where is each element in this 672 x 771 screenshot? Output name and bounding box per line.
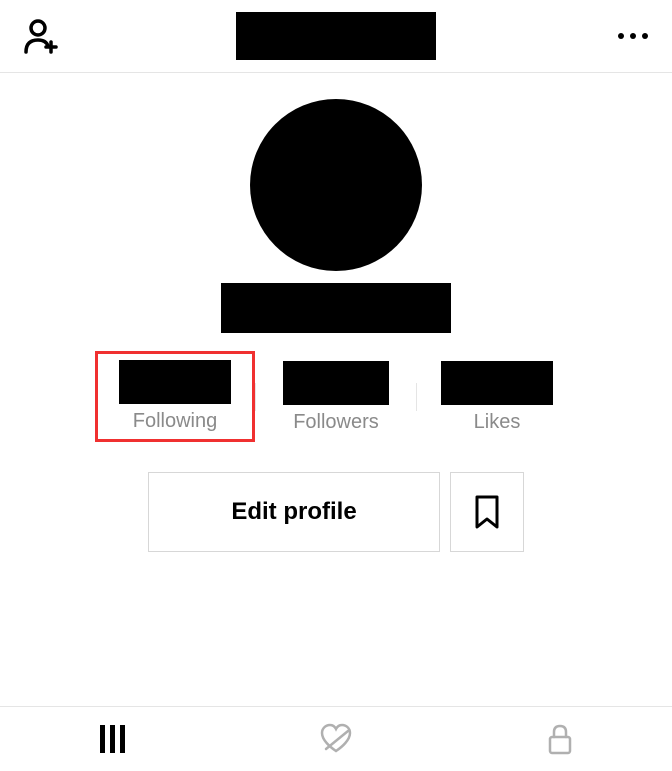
top-right <box>598 33 648 39</box>
username-title[interactable] <box>236 12 436 60</box>
user-handle <box>221 283 451 333</box>
likes-stat[interactable]: Likes <box>417 353 577 442</box>
bookmark-icon <box>473 494 501 530</box>
add-friend-icon[interactable] <box>24 18 58 54</box>
top-center <box>74 12 598 60</box>
followers-count <box>283 361 389 405</box>
action-row: Edit profile <box>148 472 524 552</box>
followers-label: Followers <box>293 411 379 434</box>
bottom-tabs <box>0 706 672 771</box>
top-left <box>24 18 74 54</box>
top-bar <box>0 0 672 73</box>
following-label: Following <box>133 410 217 433</box>
following-stat[interactable]: Following <box>95 351 255 442</box>
edit-profile-button[interactable]: Edit profile <box>148 472 440 552</box>
likes-count <box>441 361 553 405</box>
followers-stat[interactable]: Followers <box>256 353 416 442</box>
lock-icon <box>546 723 574 755</box>
following-count <box>119 360 231 404</box>
tab-feed[interactable] <box>62 725 162 753</box>
tab-liked[interactable] <box>286 723 386 755</box>
likes-label: Likes <box>474 411 521 434</box>
feed-icon <box>100 725 125 753</box>
bookmark-button[interactable] <box>450 472 524 552</box>
edit-profile-label: Edit profile <box>231 498 356 526</box>
tab-private[interactable] <box>510 723 610 755</box>
heart-hidden-icon <box>318 723 354 755</box>
more-options-icon[interactable] <box>618 33 648 39</box>
avatar[interactable] <box>250 99 422 271</box>
stats-row: Following Followers Likes <box>95 351 577 442</box>
profile-content: Following Followers Likes Edit profile <box>0 73 672 552</box>
